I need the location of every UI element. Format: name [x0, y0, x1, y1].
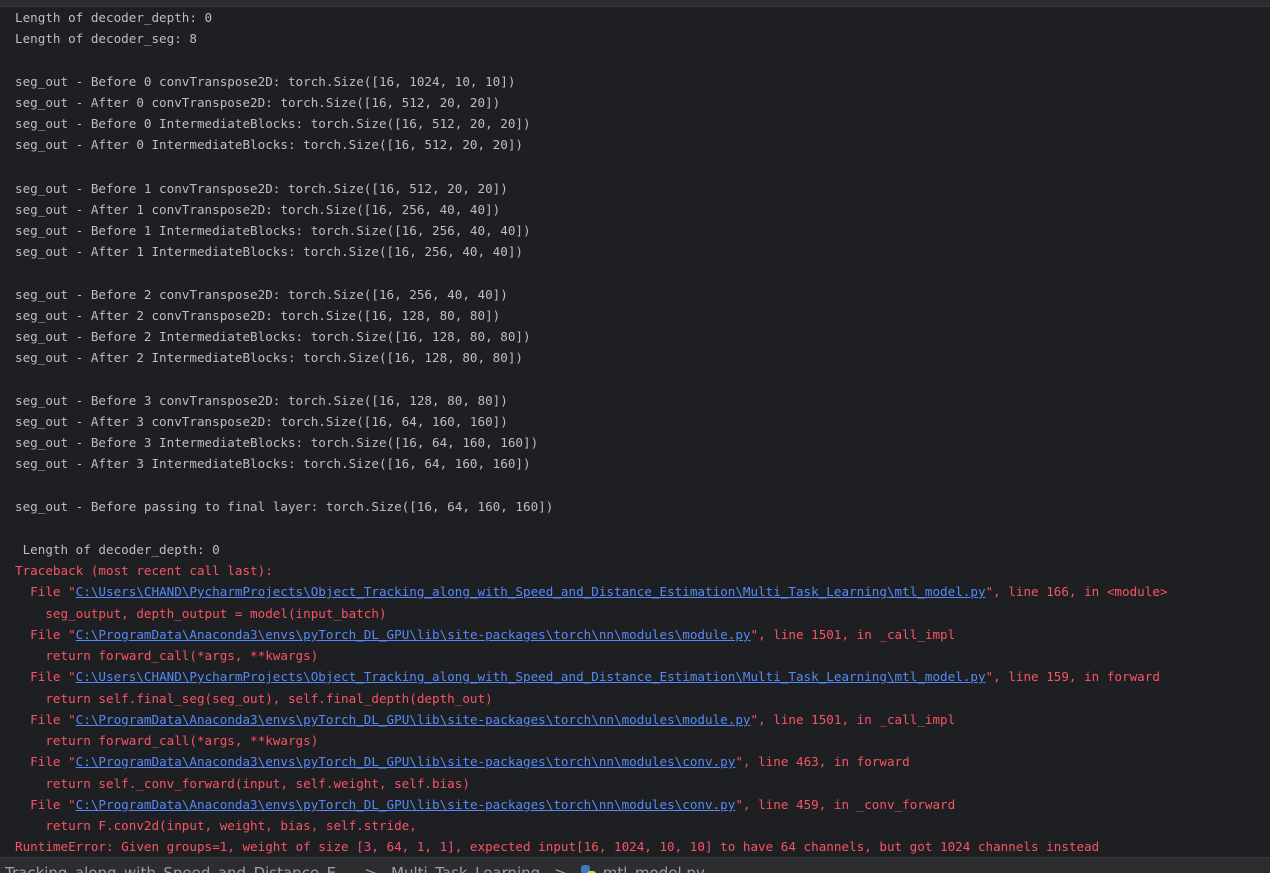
frame-prefix: File " — [15, 584, 76, 599]
traceback-code-line: return self._conv_forward(input, self.we… — [15, 776, 470, 791]
console-line: Length of decoder_depth: 0 — [15, 10, 213, 25]
console-line: seg_out - After 0 IntermediateBlocks: to… — [15, 137, 523, 152]
console-line: Length of decoder_seg: 8 — [15, 31, 197, 46]
console-line: seg_out - After 1 convTranspose2D: torch… — [15, 202, 501, 217]
traceback-frame: File "C:\ProgramData\Anaconda3\envs\pyTo… — [15, 794, 955, 815]
traceback-frame: File "C:\ProgramData\Anaconda3\envs\pyTo… — [15, 751, 910, 772]
breadcrumb-folder[interactable]: Multi_Task_Learning — [391, 864, 540, 873]
traceback-header: Traceback (most recent call last): — [15, 563, 273, 578]
file-path-link[interactable]: C:\ProgramData\Anaconda3\envs\pyTorch_DL… — [76, 754, 736, 769]
frame-prefix: File " — [15, 669, 76, 684]
file-path-link[interactable]: C:\ProgramData\Anaconda3\envs\pyTorch_DL… — [76, 797, 736, 812]
console-line: seg_out - Before 3 convTranspose2D: torc… — [15, 393, 508, 408]
file-path-link[interactable]: C:\Users\CHAND\PycharmProjects\Object_Tr… — [76, 584, 986, 599]
frame-prefix: File " — [15, 754, 76, 769]
frame-prefix: File " — [15, 797, 76, 812]
breadcrumb: Tracking_along_with_Speed_and_Distance_E… — [5, 864, 705, 873]
traceback-code-line: return self.final_seg(seg_out), self.fin… — [15, 691, 493, 706]
traceback-frame: File "C:\Users\CHAND\PycharmProjects\Obj… — [15, 581, 1168, 602]
traceback-frame: File "C:\ProgramData\Anaconda3\envs\pyTo… — [15, 709, 955, 730]
console-line: seg_out - Before 0 IntermediateBlocks: t… — [15, 116, 531, 131]
file-path-link[interactable]: C:\Users\CHAND\PycharmProjects\Object_Tr… — [76, 669, 986, 684]
frame-suffix: ", line 1501, in _call_impl — [750, 627, 956, 642]
frame-suffix: ", line 459, in _conv_forward — [735, 797, 956, 812]
traceback-code-line: return forward_call(*args, **kwargs) — [15, 733, 319, 748]
python-file-icon — [580, 865, 597, 873]
runtime-error-message: RuntimeError: Given groups=1, weight of … — [15, 839, 1100, 854]
console-line: seg_out - After 2 IntermediateBlocks: to… — [15, 350, 523, 365]
chevron-right-icon: > — [364, 864, 378, 873]
traceback-code-line: seg_output, depth_output = model(input_b… — [15, 606, 387, 621]
traceback-code-line: return F.conv2d(input, weight, bias, sel… — [15, 818, 417, 833]
frame-suffix: ", line 1501, in _call_impl — [750, 712, 956, 727]
console-line: seg_out - Before 1 IntermediateBlocks: t… — [15, 223, 531, 238]
file-path-link[interactable]: C:\ProgramData\Anaconda3\envs\pyTorch_DL… — [76, 712, 751, 727]
frame-prefix: File " — [15, 712, 76, 727]
editor-top-border — [0, 0, 1270, 7]
traceback-frame: File "C:\ProgramData\Anaconda3\envs\pyTo… — [15, 624, 955, 645]
console-line: seg_out - Before 3 IntermediateBlocks: t… — [15, 435, 539, 450]
console-line: seg_out - Before 0 convTranspose2D: torc… — [15, 74, 516, 89]
console-line: seg_out - Before 1 convTranspose2D: torc… — [15, 181, 508, 196]
console-line: seg_out - After 2 convTranspose2D: torch… — [15, 308, 501, 323]
frame-suffix: ", line 159, in forward — [985, 669, 1160, 684]
file-path-link[interactable]: C:\ProgramData\Anaconda3\envs\pyTorch_DL… — [76, 627, 751, 642]
console-line: seg_out - Before passing to final layer:… — [15, 499, 554, 514]
breadcrumb-file[interactable]: mtl_model.py — [603, 864, 705, 873]
frame-suffix: ", line 166, in <module> — [985, 584, 1168, 599]
console-line: seg_out - After 3 convTranspose2D: torch… — [15, 414, 508, 429]
frame-prefix: File " — [15, 627, 76, 642]
console-line: seg_out - Before 2 IntermediateBlocks: t… — [15, 329, 531, 344]
console-line: seg_out - Before 2 convTranspose2D: torc… — [15, 287, 508, 302]
console-line: seg_out - After 1 IntermediateBlocks: to… — [15, 244, 523, 259]
console-line: seg_out - After 3 IntermediateBlocks: to… — [15, 456, 531, 471]
console-line: seg_out - After 0 convTranspose2D: torch… — [15, 95, 501, 110]
run-console-output[interactable]: Length of decoder_depth: 0 Length of dec… — [0, 7, 1270, 857]
breadcrumb-project[interactable]: Tracking_along_with_Speed_and_Distance_E… — [5, 864, 350, 873]
chevron-right-icon: > — [554, 864, 567, 873]
frame-suffix: ", line 463, in forward — [735, 754, 910, 769]
traceback-frame: File "C:\Users\CHAND\PycharmProjects\Obj… — [15, 666, 1160, 687]
navigation-bar: Tracking_along_with_Speed_and_Distance_E… — [0, 857, 1270, 873]
traceback-code-line: return forward_call(*args, **kwargs) — [15, 648, 319, 663]
console-line: Length of decoder_depth: 0 — [15, 542, 220, 557]
